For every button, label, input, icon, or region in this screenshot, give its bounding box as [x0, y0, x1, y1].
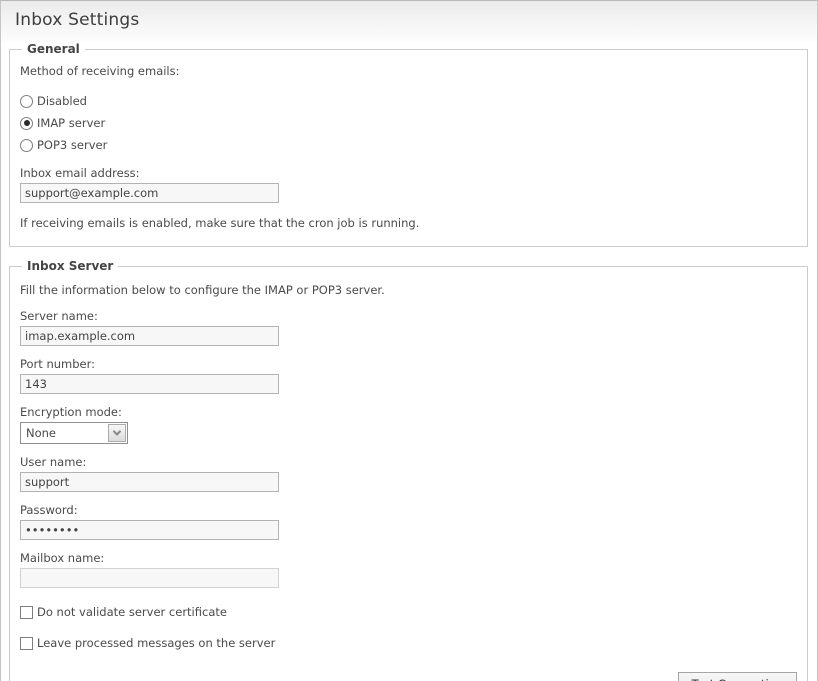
user-name-input[interactable] — [20, 472, 279, 492]
leave-messages-label: Leave processed messages on the server — [37, 636, 275, 650]
inbox-server-intro: Fill the information below to configure … — [20, 283, 797, 297]
validate-certificate-checkbox[interactable] — [20, 606, 33, 619]
checkbox-row-leave-messages[interactable]: Leave processed messages on the server — [20, 636, 797, 650]
password-field: Password: — [20, 503, 797, 540]
password-input[interactable] — [20, 520, 279, 540]
method-of-receiving-label: Method of receiving emails: — [20, 64, 797, 78]
radio-option-disabled[interactable]: Disabled — [20, 94, 797, 108]
user-name-field: User name: — [20, 455, 797, 492]
radio-button-imap-server[interactable] — [20, 117, 33, 130]
general-legend: General — [22, 42, 85, 56]
radio-label-pop3-server: POP3 server — [37, 138, 107, 152]
radio-option-imap-server[interactable]: IMAP server — [20, 116, 797, 130]
radio-button-pop3-server[interactable] — [20, 139, 33, 152]
radio-button-disabled[interactable] — [20, 95, 33, 108]
user-name-label: User name: — [20, 455, 797, 469]
mailbox-name-input — [20, 568, 279, 588]
radio-option-pop3-server[interactable]: POP3 server — [20, 138, 797, 152]
validate-certificate-label: Do not validate server certificate — [37, 605, 227, 619]
button-row: Test Connection — [20, 672, 797, 681]
inbox-settings-page: Inbox Settings General Method of receivi… — [0, 0, 818, 681]
radio-label-disabled: Disabled — [37, 94, 87, 108]
mailbox-name-field: Mailbox name: — [20, 551, 797, 588]
select-dropdown-button[interactable] — [108, 424, 126, 442]
server-name-input[interactable] — [20, 326, 279, 346]
port-number-label: Port number: — [20, 357, 797, 371]
encryption-mode-select[interactable]: None — [20, 422, 128, 444]
server-name-label: Server name: — [20, 309, 797, 323]
page-header: Inbox Settings — [1, 1, 817, 42]
password-label: Password: — [20, 503, 797, 517]
encryption-mode-selected-value: None — [26, 426, 56, 440]
chevron-down-icon — [113, 427, 121, 435]
inbox-email-input[interactable] — [20, 183, 279, 203]
mailbox-name-label: Mailbox name: — [20, 551, 797, 565]
test-connection-button[interactable]: Test Connection — [678, 672, 797, 681]
radio-label-imap-server: IMAP server — [37, 116, 105, 130]
inbox-server-section: Inbox Server Fill the information below … — [9, 259, 808, 681]
general-section: General Method of receiving emails: Disa… — [9, 42, 808, 247]
inbox-email-label: Inbox email address: — [20, 166, 797, 180]
inbox-server-legend: Inbox Server — [22, 259, 118, 273]
page-title: Inbox Settings — [15, 10, 803, 30]
port-number-field: Port number: — [20, 357, 797, 394]
port-number-input[interactable] — [20, 374, 279, 394]
checkbox-row-validate-certificate[interactable]: Do not validate server certificate — [20, 605, 797, 619]
server-name-field: Server name: — [20, 309, 797, 346]
encryption-mode-label: Encryption mode: — [20, 405, 797, 419]
encryption-mode-field: Encryption mode: None — [20, 405, 797, 444]
cron-job-note: If receiving emails is enabled, make sur… — [20, 216, 797, 230]
leave-messages-checkbox[interactable] — [20, 637, 33, 650]
